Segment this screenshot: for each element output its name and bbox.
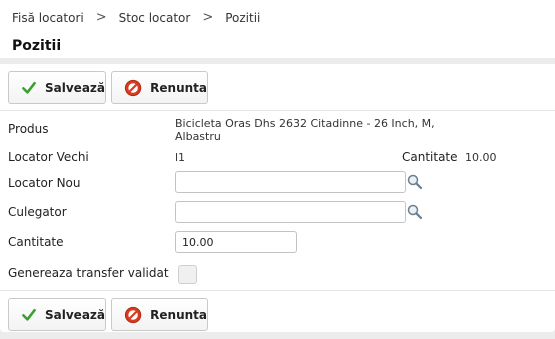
genereaza-transfer-checkbox[interactable] [178, 265, 197, 284]
cancel-icon [124, 306, 142, 323]
breadcrumb-separator: > [202, 10, 214, 25]
produs-label: Produs [8, 122, 49, 136]
culegator-input[interactable] [175, 201, 406, 223]
save-button-label: Salvează [45, 307, 105, 322]
breadcrumb-item-fisa-locatori[interactable]: Fisă locatori [12, 11, 84, 25]
save-button[interactable]: Salvează [8, 71, 106, 104]
page-title: Pozitii [12, 38, 62, 54]
page-header: Fisă locatori > Stoc locator > Pozitii P… [0, 0, 555, 58]
cantitate-input[interactable] [175, 231, 297, 253]
breadcrumb-item-pozitii: Pozitii [225, 10, 261, 25]
old-quantity-label: Cantitate [402, 150, 458, 164]
breadcrumb-item-stoc-locator[interactable]: Stoc locator [119, 11, 191, 25]
save-button[interactable]: Salvează [8, 298, 106, 331]
cancel-button[interactable]: Renunta [111, 71, 208, 104]
breadcrumb: Fisă locatori > Stoc locator > Pozitii [12, 10, 260, 25]
search-icon[interactable] [406, 203, 424, 221]
culegator-label: Culegator [8, 205, 67, 219]
locator-nou-input[interactable] [175, 171, 406, 193]
search-icon[interactable] [406, 173, 424, 191]
save-button-label: Salvează [45, 80, 105, 95]
cancel-button[interactable]: Renunta [111, 298, 208, 331]
cancel-button-label: Renunta [150, 80, 207, 95]
top-toolbar: Salvează Renunta [0, 64, 555, 111]
bottom-toolbar: Salvează Renunta [0, 290, 555, 337]
produs-value-line2: Albastru [175, 130, 221, 143]
produs-value-line1: Bicicleta Oras Dhs 2632 Citadinne - 26 I… [175, 117, 435, 130]
checkmark-icon [22, 81, 36, 94]
breadcrumb-separator: > [95, 10, 107, 25]
cantitate-label: Cantitate [8, 235, 64, 249]
form-panel: Salvează Renunta Produs Bicicleta Oras D… [0, 64, 555, 332]
checkmark-icon [22, 308, 36, 321]
old-quantity-value: 10.00 [465, 151, 497, 164]
cancel-button-label: Renunta [150, 307, 207, 322]
genereaza-transfer-label: Genereaza transfer validat [8, 266, 169, 280]
locator-nou-label: Locator Nou [8, 176, 81, 190]
cancel-icon [124, 79, 142, 96]
locator-vechi-label: Locator Vechi [8, 150, 89, 164]
locator-vechi-value: l1 [175, 151, 186, 164]
